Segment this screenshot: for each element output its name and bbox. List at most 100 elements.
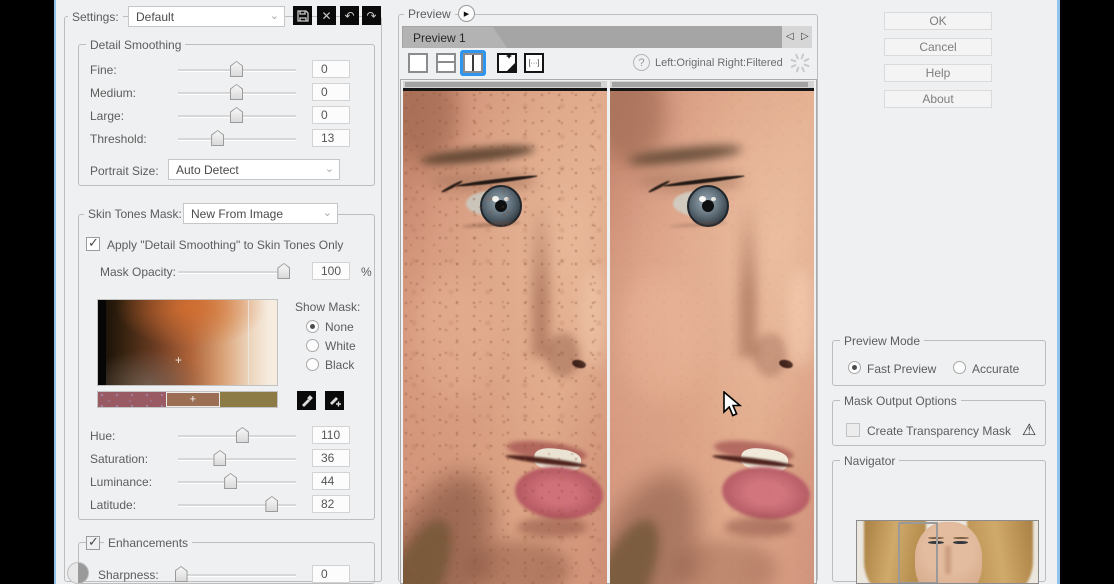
undo-button[interactable]: ↶ — [340, 6, 359, 25]
screen: Settings: Default ⌄ ✕ ↶ ↷ Detail Smoothi… — [0, 0, 1114, 584]
large-slider[interactable] — [178, 107, 296, 124]
mask-opacity-value[interactable]: 100 — [312, 262, 350, 280]
accurate-radio[interactable] — [953, 361, 966, 374]
view-horizontal-split-icon[interactable] — [436, 53, 456, 73]
show-mask-black-label: Black — [325, 358, 354, 372]
tab-next-arrow[interactable]: ▷ — [801, 31, 809, 42]
skin-tone-color-field[interactable]: + — [97, 299, 278, 386]
spinner-icon — [790, 53, 810, 73]
eyedropper-button[interactable] — [297, 391, 316, 410]
threshold-value[interactable]: 13 — [312, 129, 350, 147]
mask-output-title: Mask Output Options — [840, 394, 961, 408]
threshold-label: Threshold: — [90, 132, 147, 146]
portrait-size-dropdown[interactable]: Auto Detect ⌄ — [168, 159, 340, 180]
pane-scrollbar[interactable] — [610, 81, 814, 88]
filtered-face-image — [610, 91, 814, 584]
view-vertical-split-selected[interactable] — [460, 50, 486, 76]
delete-icon: ✕ — [321, 9, 331, 23]
enhancements-checkbox[interactable] — [86, 536, 100, 550]
hue-segment-right[interactable] — [220, 392, 277, 407]
skin-tones-mask-dropdown[interactable]: New From Image ⌄ — [183, 203, 338, 224]
new-preview-tab-icon[interactable] — [497, 53, 517, 73]
settings-dropdown-value: Default — [136, 10, 174, 24]
undo-icon: ↶ — [344, 9, 354, 23]
pane-scrollbar-handle[interactable] — [612, 82, 808, 87]
chevron-down-icon: ⌄ — [325, 164, 334, 175]
view-single-icon[interactable] — [408, 53, 428, 73]
help-button[interactable]: Help — [884, 64, 992, 82]
show-mask-white-radio[interactable] — [306, 339, 319, 352]
pane-scrollbar-handle[interactable] — [405, 82, 601, 87]
saturation-slider[interactable] — [178, 450, 296, 467]
eyedropper-icon — [300, 394, 313, 407]
large-value[interactable]: 0 — [312, 106, 350, 124]
contrast-icon — [67, 562, 89, 584]
fine-label: Fine: — [90, 63, 117, 77]
preview-title: Preview — [404, 7, 455, 21]
settings-label: Settings: — [68, 10, 123, 24]
hue-value[interactable]: 110 — [312, 426, 350, 444]
redo-icon: ↷ — [366, 9, 376, 23]
plugin-dialog: Settings: Default ⌄ ✕ ↶ ↷ Detail Smoothi… — [56, 0, 1057, 584]
accurate-label: Accurate — [972, 362, 1019, 376]
hue-strip[interactable] — [97, 391, 278, 408]
page-corner — [506, 62, 516, 72]
preview-pane-filtered — [610, 81, 814, 584]
hue-slider[interactable] — [178, 427, 296, 444]
navigator-thumbnail[interactable] — [856, 520, 1039, 584]
skin-tones-mask-label: Skin Tones Mask: — [84, 207, 186, 221]
portrait-size-label: Portrait Size: — [90, 164, 159, 178]
show-mask-label: Show Mask: — [295, 300, 360, 314]
fast-preview-label: Fast Preview — [867, 362, 936, 376]
about-button[interactable]: About — [884, 90, 992, 108]
fine-value[interactable]: 0 — [312, 60, 350, 78]
hue-segment-selected[interactable] — [166, 392, 220, 407]
navigator-view-rectangle[interactable] — [898, 522, 938, 584]
hue-segment-left[interactable] — [98, 392, 166, 407]
medium-slider[interactable] — [178, 84, 296, 101]
eyedropper-add-button[interactable] — [325, 391, 344, 410]
threshold-slider[interactable] — [178, 130, 296, 147]
saturation-value[interactable]: 36 — [312, 449, 350, 467]
latitude-value[interactable]: 82 — [312, 495, 350, 513]
chevron-down-icon: ⌄ — [270, 11, 279, 22]
fast-preview-radio[interactable] — [848, 361, 861, 374]
delete-settings-button[interactable]: ✕ — [317, 6, 336, 25]
medium-label: Medium: — [90, 86, 136, 100]
latitude-slider[interactable] — [178, 496, 296, 513]
help-icon[interactable]: ? — [633, 54, 650, 71]
pane-scrollbar[interactable] — [403, 81, 607, 88]
fine-slider[interactable] — [178, 61, 296, 78]
apply-detail-smoothing-label: Apply "Detail Smoothing" to Skin Tones O… — [107, 238, 343, 252]
sharpness-value[interactable]: 0 — [312, 565, 350, 583]
sharpness-slider[interactable] — [178, 566, 296, 583]
redo-button[interactable]: ↷ — [362, 6, 381, 25]
apply-detail-smoothing-checkbox[interactable] — [86, 237, 100, 251]
preview-list-icon[interactable]: [···] — [524, 53, 544, 73]
warning-icon: ⚠ — [1022, 420, 1036, 440]
mask-opacity-slider[interactable] — [178, 263, 290, 280]
luminance-label: Luminance: — [90, 475, 152, 489]
tab-prev-arrow[interactable]: ◁ — [786, 31, 794, 42]
preview-menu-button[interactable]: ▶ — [458, 5, 475, 22]
play-icon: ▶ — [464, 10, 469, 18]
tab-preview-1[interactable]: Preview 1 — [403, 27, 507, 48]
color-field-marker-line — [248, 300, 249, 385]
medium-value[interactable]: 0 — [312, 83, 350, 101]
latitude-label: Latitude: — [90, 498, 136, 512]
hue-label: Hue: — [90, 429, 115, 443]
saturation-label: Saturation: — [90, 452, 148, 466]
luminance-value[interactable]: 44 — [312, 472, 350, 490]
eyedropper-plus-icon — [328, 394, 341, 407]
luminance-slider[interactable] — [178, 473, 296, 490]
create-transparency-mask-checkbox[interactable] — [846, 423, 860, 437]
show-mask-black-radio[interactable] — [306, 358, 319, 371]
right-edge-line — [1057, 0, 1060, 584]
preview-hint-text: Left:Original Right:Filtered — [655, 57, 783, 69]
settings-dropdown[interactable]: Default ⌄ — [128, 6, 285, 27]
ok-button[interactable]: OK — [884, 12, 992, 30]
view-vertical-split-icon — [463, 53, 483, 73]
show-mask-none-radio[interactable] — [306, 320, 319, 333]
cancel-button[interactable]: Cancel — [884, 38, 992, 56]
save-settings-button[interactable] — [293, 6, 312, 25]
